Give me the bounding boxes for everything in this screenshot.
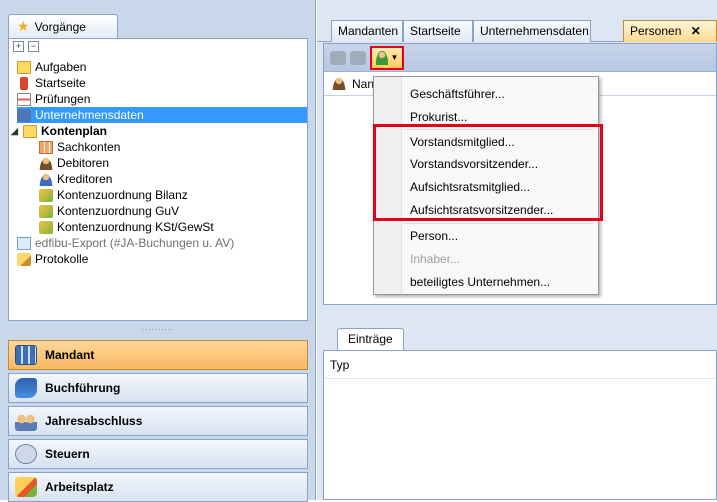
tree-item-protokolle[interactable]: Protokolle	[17, 251, 88, 267]
tab-vorgaenge[interactable]: ★ Vorgänge	[8, 14, 118, 38]
debtor-person-icon	[39, 156, 53, 170]
tree-item-label: Kreditoren	[57, 172, 113, 186]
tab-personen[interactable]: Personen ✕	[623, 20, 717, 42]
add-person-dropdown-button[interactable]: ▼	[370, 45, 404, 70]
tree-item-pruefungen[interactable]: Prüfungen	[17, 91, 90, 107]
tree-item-label: Kontenzuordnung GuV	[57, 204, 180, 218]
menu-separator	[404, 223, 594, 224]
tree-item-kontenzuordnung-bilanz[interactable]: Kontenzuordnung Bilanz	[39, 187, 188, 203]
tab-unternehmensdaten[interactable]: Unternehmensdaten	[473, 20, 591, 42]
tree-item-label: edfibu-Export (#JA-Buchungen u. AV)	[35, 236, 235, 250]
nav-steuern[interactable]: Steuern	[8, 439, 308, 469]
tab-startseite[interactable]: Startseite	[403, 20, 473, 42]
pane-splitter[interactable]: ..........	[8, 324, 308, 332]
nav-label: Jahresabschluss	[45, 414, 143, 428]
collapse-arrow-icon[interactable]: ◢	[11, 126, 19, 137]
tree-item-debitoren[interactable]: Debitoren	[39, 155, 109, 171]
persons-toolbar: ▼	[324, 44, 716, 72]
tree-item-label: Startseite	[35, 76, 86, 90]
people-icon	[15, 411, 37, 431]
tree-panel: + − Aufgaben Startseite Prüfungen Untern…	[8, 38, 308, 321]
edit-icon[interactable]	[330, 50, 346, 65]
tree-item-label: Prüfungen	[35, 92, 91, 106]
tree-item-kontenplan[interactable]: ◢ Kontenplan	[11, 123, 107, 139]
tab-label: Unternehmensdaten	[480, 24, 589, 38]
tab-label: Startseite	[410, 24, 461, 38]
tree-item-startseite[interactable]: Startseite	[17, 75, 86, 91]
tree-item-label: Aufgaben	[35, 60, 87, 74]
tree-toolbar: + −	[9, 39, 307, 57]
nav-buchfuehrung[interactable]: Buchführung	[8, 373, 308, 403]
tree-item-aufgaben[interactable]: Aufgaben	[17, 59, 86, 75]
tree-item-kontenzuordnung-guv[interactable]: Kontenzuordnung GuV	[39, 203, 179, 219]
tree-item-label: Protokolle	[35, 252, 89, 266]
assignment-cube-icon	[39, 220, 53, 234]
nav-label: Buchführung	[45, 381, 121, 395]
export-icon	[17, 236, 31, 250]
document-tabstrip: Mandanten Startseite Unternehmensdaten P…	[317, 20, 717, 42]
left-header: ★ Vorgänge	[8, 14, 308, 38]
tab-vorgaenge-label: Vorgänge	[34, 19, 86, 34]
tree-item-unternehmensdaten[interactable]: Unternehmensdaten	[17, 107, 307, 123]
nav-label: Steuern	[45, 447, 90, 461]
entries-grid: Typ	[323, 350, 717, 500]
menu-item-beteiligtes-unternehmen[interactable]: beteiligtes Unternehmen...	[410, 271, 550, 293]
tab-eintraege[interactable]: Einträge	[337, 328, 404, 350]
left-pane: ★ Vorgänge + − Aufgaben Startseite Prüfu…	[0, 0, 316, 502]
startpage-icon	[20, 76, 28, 90]
tree-item-label: Debitoren	[57, 156, 110, 170]
pencil-icon	[15, 477, 37, 497]
ledger-grid-icon	[39, 140, 53, 154]
tree-item-edfibu-export[interactable]: edfibu-Export (#JA-Buchungen u. AV)	[17, 235, 234, 251]
tab-mandanten[interactable]: Mandanten	[331, 20, 403, 42]
company-data-icon	[17, 108, 31, 122]
tab-label: Mandanten	[338, 24, 399, 38]
folder-icon	[23, 124, 37, 138]
collapse-all-icon[interactable]: −	[28, 41, 39, 52]
close-icon[interactable]: ✕	[691, 24, 701, 38]
tree-item-kontenzuordnung-kst[interactable]: Kontenzuordnung KSt/GewSt	[39, 219, 214, 235]
report-icon	[17, 92, 31, 106]
chevron-down-icon: ▼	[390, 53, 399, 62]
tree-item-label: Unternehmensdaten	[35, 108, 144, 122]
column-header-typ[interactable]: Typ	[324, 351, 716, 379]
nav-label: Mandant	[45, 348, 95, 362]
person-add-icon	[375, 50, 388, 65]
tree-item-label: Kontenzuordnung Bilanz	[57, 188, 188, 202]
menu-item-inhaber: Inhaber...	[410, 252, 461, 266]
assignment-cube-icon	[39, 188, 53, 202]
star-icon: ★	[17, 18, 30, 34]
tab-label: Personen	[630, 24, 682, 38]
tree-item-kreditoren[interactable]: Kreditoren	[39, 171, 112, 187]
tree-item-label: Kontenplan	[41, 124, 107, 138]
annotation-highlight-box	[373, 124, 603, 221]
nav-jahresabschluss[interactable]: Jahresabschluss	[8, 406, 308, 436]
pencil-icon	[17, 252, 31, 266]
tree-item-sachkonten[interactable]: Sachkonten	[39, 139, 120, 155]
person-icon	[332, 77, 346, 90]
nav-mandant[interactable]: Mandant	[8, 340, 308, 370]
entries-panel: Einträge Typ	[323, 326, 717, 500]
menu-item-person[interactable]: Person...	[410, 225, 458, 247]
delete-icon[interactable]	[350, 50, 366, 65]
tree-item-label: Sachkonten	[57, 140, 121, 154]
nav-arbeitsplatz[interactable]: Arbeitsplatz	[8, 472, 308, 502]
book-icon	[15, 378, 37, 398]
nav-label: Arbeitsplatz	[45, 480, 114, 494]
s-icon	[15, 444, 37, 464]
grid-icon	[15, 345, 37, 365]
task-folder-icon	[17, 60, 31, 74]
tree-item-label: Kontenzuordnung KSt/GewSt	[57, 220, 214, 234]
creditor-person-icon	[39, 172, 53, 186]
column-header-name[interactable]: Nan	[352, 77, 374, 91]
menu-item-geschaeftsfuehrer[interactable]: Geschäftsführer...	[410, 83, 505, 105]
assignment-cube-icon	[39, 204, 53, 218]
expand-all-icon[interactable]: +	[13, 41, 24, 52]
